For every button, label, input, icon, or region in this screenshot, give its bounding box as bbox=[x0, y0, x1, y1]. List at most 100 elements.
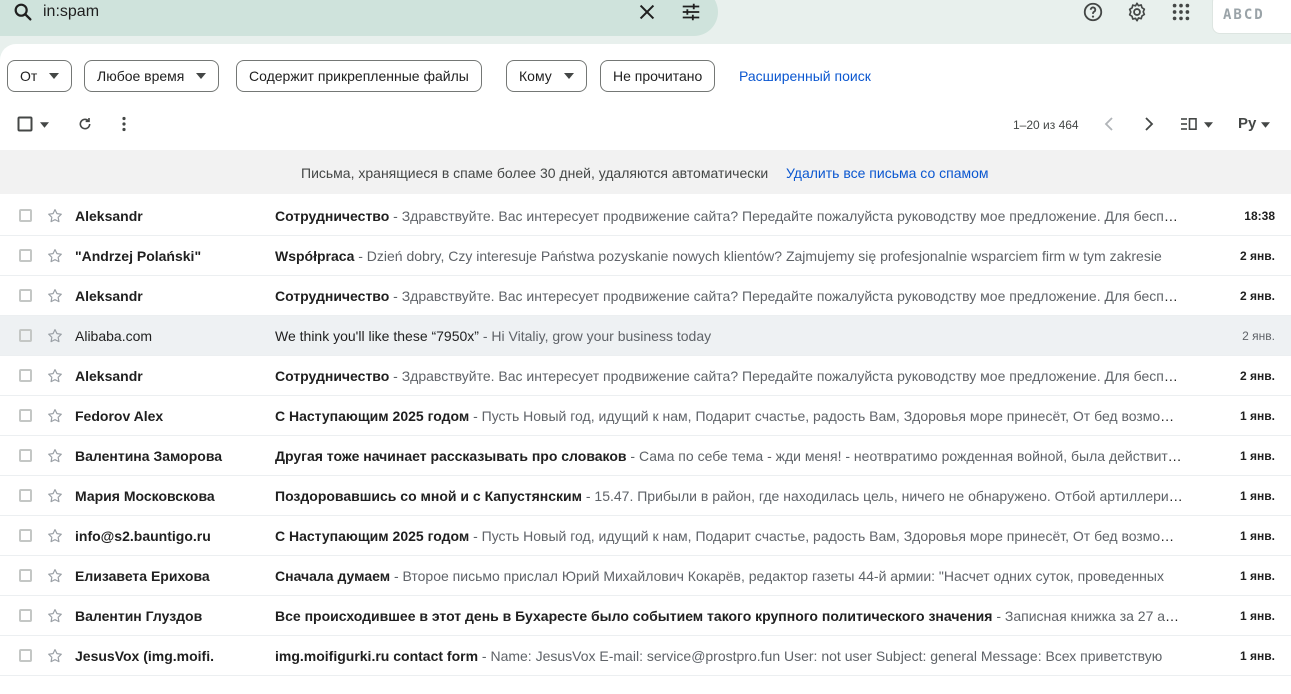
star-icon[interactable] bbox=[46, 247, 64, 265]
email-row[interactable]: Aleksandr Сотрудничество - Здравствуйте. … bbox=[0, 356, 1291, 396]
email-sender: Елизавета Ерихова bbox=[75, 568, 210, 584]
chip-label: Не прочитано bbox=[613, 68, 703, 84]
email-date: 2 янв. bbox=[1242, 329, 1275, 343]
email-row[interactable]: Aleksandr Сотрудничество - Здравствуйте. … bbox=[0, 196, 1291, 236]
spam-banner: Письма, хранящиеся в спаме более 30 дней… bbox=[0, 150, 1291, 194]
email-date: 2 янв. bbox=[1240, 289, 1275, 303]
chevron-left-icon[interactable] bbox=[1103, 117, 1115, 131]
chevron-right-icon[interactable] bbox=[1143, 117, 1155, 131]
top-bar: in:spam ABCD bbox=[0, 0, 1291, 44]
email-sender: "Andrzej Polański" bbox=[75, 248, 202, 264]
email-row[interactable]: Валентина Заморова Другая тоже начинает р… bbox=[0, 436, 1291, 476]
email-row[interactable]: "Andrzej Polański" Współpraca - Dzień dob… bbox=[0, 236, 1291, 276]
email-date: 1 янв. bbox=[1240, 649, 1275, 663]
chip-to[interactable]: Кому bbox=[506, 60, 587, 92]
account-logo[interactable]: ABCD bbox=[1212, 0, 1291, 34]
email-snippet: - Name: JesusVox E-mail: service@prostpr… bbox=[478, 648, 1163, 664]
delete-all-spam-link[interactable]: Удалить все письма со спамом bbox=[786, 165, 989, 181]
search-input[interactable]: in:spam bbox=[43, 3, 99, 21]
row-checkbox[interactable] bbox=[19, 569, 32, 582]
email-snippet: - Сама по себе тема - жди меня! - неотвр… bbox=[626, 448, 1183, 464]
email-subject: img.moifigurki.ru contact form bbox=[275, 648, 479, 664]
email-snippet: - Здравствуйте. Вас интересует продвижен… bbox=[389, 208, 1183, 224]
email-row[interactable]: Aleksandr Сотрудничество - Здравствуйте. … bbox=[0, 276, 1291, 316]
chevron-down-icon bbox=[49, 73, 60, 79]
star-icon[interactable] bbox=[46, 287, 64, 305]
email-sender: Валентин Глуздов bbox=[75, 608, 203, 624]
row-checkbox[interactable] bbox=[19, 489, 32, 502]
email-content: С Наступающим 2025 годом - Пусть Новый г… bbox=[275, 408, 1183, 424]
star-icon[interactable] bbox=[46, 367, 64, 385]
email-subject: С Наступающим 2025 годом bbox=[275, 528, 470, 544]
star-icon[interactable] bbox=[46, 327, 64, 345]
chevron-down-icon[interactable] bbox=[1204, 122, 1213, 128]
search-box[interactable]: in:spam bbox=[0, 0, 718, 36]
star-icon[interactable] bbox=[46, 487, 64, 505]
close-icon[interactable] bbox=[636, 1, 658, 23]
email-subject: Współpraca bbox=[275, 248, 355, 264]
star-icon[interactable] bbox=[46, 407, 64, 425]
row-checkbox[interactable] bbox=[19, 289, 32, 302]
chevron-down-icon[interactable] bbox=[40, 122, 49, 128]
list-toolbar: 1–20 из 464 Ру bbox=[0, 108, 1291, 140]
row-checkbox[interactable] bbox=[19, 409, 32, 422]
chip-any-time[interactable]: Любое время bbox=[84, 60, 220, 92]
help-icon[interactable] bbox=[1082, 1, 1104, 23]
star-icon[interactable] bbox=[46, 607, 64, 625]
advanced-search-link[interactable]: Расширенный поиск bbox=[739, 68, 871, 84]
email-content: Сотрудничество - Здравствуйте. Вас интер… bbox=[275, 208, 1183, 224]
email-date: 2 янв. bbox=[1240, 249, 1275, 263]
row-checkbox[interactable] bbox=[19, 449, 32, 462]
row-checkbox[interactable] bbox=[19, 249, 32, 262]
email-subject: We think you'll like these “7950x” bbox=[275, 328, 479, 344]
email-sender: Fedorov Alex bbox=[75, 408, 164, 424]
more-vert-icon[interactable] bbox=[120, 116, 128, 132]
email-snippet: - 15.47. Прибыли в район, где находилась… bbox=[581, 488, 1183, 504]
chevron-down-icon[interactable] bbox=[1261, 122, 1270, 128]
star-icon[interactable] bbox=[46, 567, 64, 585]
row-checkbox[interactable] bbox=[19, 529, 32, 542]
email-date: 1 янв. bbox=[1240, 529, 1275, 543]
star-icon[interactable] bbox=[46, 527, 64, 545]
refresh-icon[interactable] bbox=[77, 116, 93, 132]
email-row[interactable]: Alibaba.com We think you'll like these “7… bbox=[0, 316, 1291, 356]
chip-label: Кому bbox=[519, 68, 552, 84]
email-row[interactable]: JesusVox (img.moifi. img.moifigurki.ru co… bbox=[0, 636, 1291, 676]
email-row[interactable]: Мария Московскова Поздоровавшись со мной … bbox=[0, 476, 1291, 516]
email-sender: Aleksandr bbox=[75, 288, 143, 304]
row-checkbox[interactable] bbox=[19, 609, 32, 622]
email-content: Все происходившее в этот день в Бухарест… bbox=[275, 608, 1183, 624]
search-icon[interactable] bbox=[12, 1, 34, 23]
search-options-icon[interactable] bbox=[680, 1, 702, 23]
row-checkbox[interactable] bbox=[19, 329, 32, 342]
email-snippet: - Пусть Новый год, идущий к нам, Подарит… bbox=[469, 408, 1183, 424]
email-subject: Все происходившее в этот день в Бухарест… bbox=[275, 608, 993, 624]
row-checkbox[interactable] bbox=[19, 649, 32, 662]
chip-from[interactable]: От bbox=[7, 60, 73, 92]
split-pane-icon[interactable] bbox=[1181, 118, 1197, 130]
star-icon[interactable] bbox=[46, 207, 64, 225]
gear-icon[interactable] bbox=[1126, 1, 1148, 23]
email-sender: Мария Московскова bbox=[75, 488, 215, 504]
chip-has-attachment[interactable]: Содержит прикрепленные файлы bbox=[236, 60, 482, 92]
email-row[interactable]: Валентин Глуздов Все происходившее в этот… bbox=[0, 596, 1291, 636]
email-subject: Поздоровавшись со мной и с Капустянским bbox=[275, 488, 582, 504]
email-date: 1 янв. bbox=[1240, 409, 1275, 423]
chip-label: Содержит прикрепленные файлы bbox=[249, 68, 469, 84]
email-row[interactable]: info@s2.bauntigo.ru С Наступающим 2025 го… bbox=[0, 516, 1291, 556]
select-all-checkbox[interactable] bbox=[17, 116, 33, 132]
row-checkbox[interactable] bbox=[19, 369, 32, 382]
email-snippet: - Hi Vitaliy, grow your business today bbox=[478, 328, 712, 344]
pagination-range: 1–20 из 464 bbox=[1013, 118, 1079, 132]
email-subject: Сотрудничество bbox=[275, 288, 390, 304]
email-sender: JesusVox (img.moifi. bbox=[75, 648, 214, 664]
apps-grid-icon[interactable] bbox=[1170, 1, 1192, 23]
row-checkbox[interactable] bbox=[19, 209, 32, 222]
star-icon[interactable] bbox=[46, 647, 64, 665]
email-list: Aleksandr Сотрудничество - Здравствуйте. … bbox=[0, 196, 1291, 676]
email-row[interactable]: Елизавета Ерихова Сначала думаем - Второе… bbox=[0, 556, 1291, 596]
email-row[interactable]: Fedorov Alex С Наступающим 2025 годом - П… bbox=[0, 396, 1291, 436]
input-tools-button[interactable]: Ру bbox=[1238, 115, 1256, 132]
star-icon[interactable] bbox=[46, 447, 64, 465]
chip-unread[interactable]: Не прочитано bbox=[600, 60, 716, 92]
